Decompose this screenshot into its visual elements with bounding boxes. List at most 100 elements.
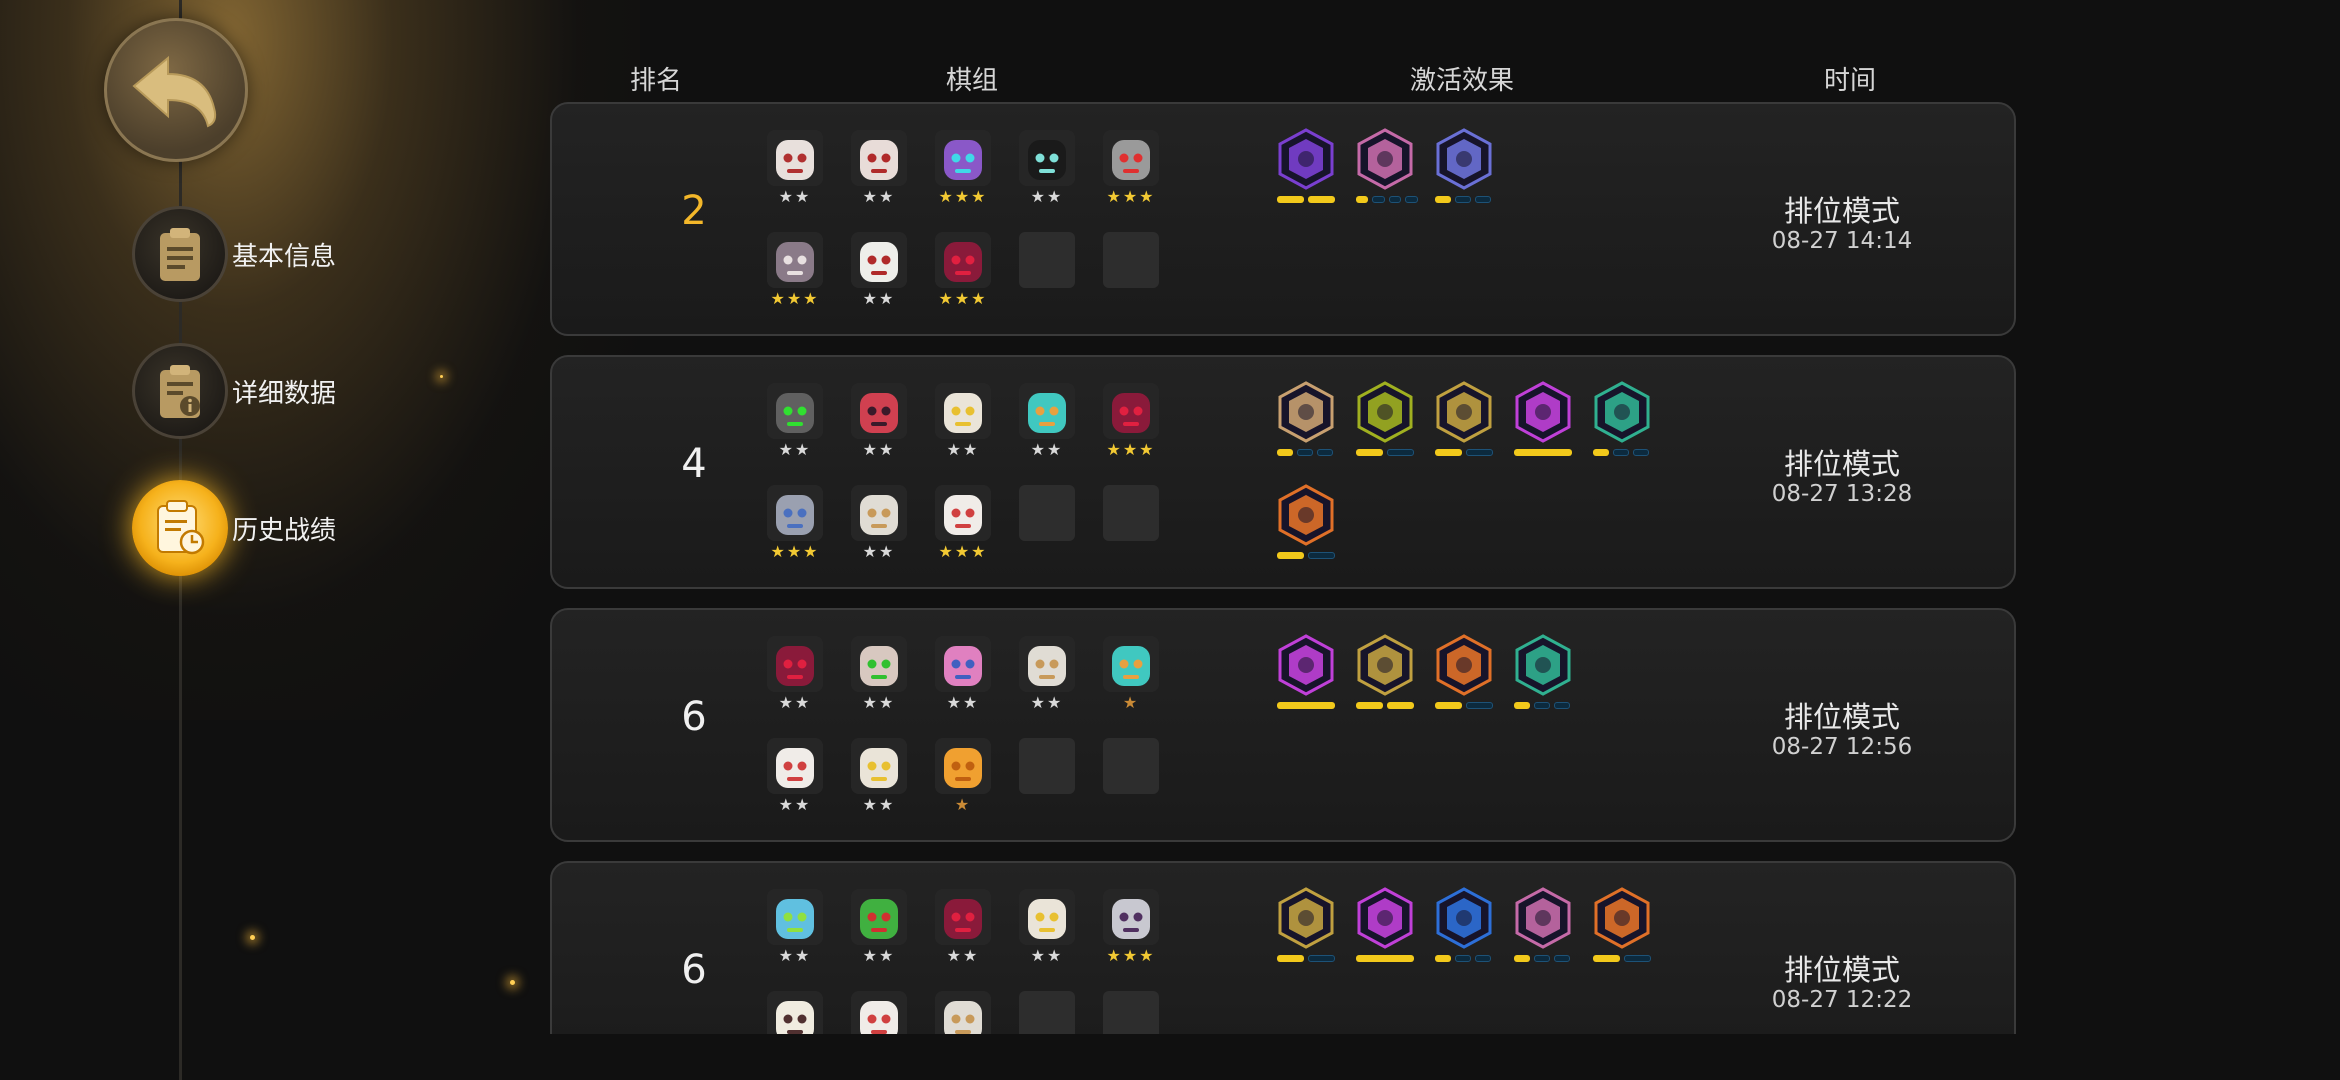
- unit-slot[interactable]: ★★: [1019, 636, 1075, 716]
- trait-pip-inactive: [1534, 702, 1550, 709]
- game-mode: 排位模式: [1783, 953, 1900, 987]
- trait-progress: [1356, 955, 1418, 962]
- unit-slot[interactable]: ★★: [851, 383, 907, 463]
- pink-knight-trait-icon[interactable]: [1514, 887, 1576, 967]
- star-rating: ★★: [778, 440, 812, 459]
- unit-slot[interactable]: ★★: [1019, 383, 1075, 463]
- trait-pip-active: [1435, 196, 1451, 203]
- star-rating: ★★★: [770, 542, 820, 561]
- demon-trait-icon[interactable]: [1356, 887, 1418, 967]
- demon-trait-icon[interactable]: [1277, 634, 1339, 714]
- info-document-icon: [132, 343, 228, 439]
- empty-unit-slot: [1103, 738, 1159, 794]
- trait-pip-active: [1277, 552, 1304, 559]
- carrot-trait-icon[interactable]: [1435, 887, 1497, 967]
- unit-slot[interactable]: [935, 991, 991, 1034]
- unit-slot[interactable]: ★★: [767, 383, 823, 463]
- trait-progress: [1435, 955, 1497, 962]
- paw-trait-icon[interactable]: [1514, 634, 1576, 714]
- star-rating: ★★: [946, 693, 980, 712]
- white-skull-icon: [851, 232, 907, 288]
- trait-pip-inactive: [1317, 449, 1333, 456]
- unit-slot[interactable]: ★★: [1019, 889, 1075, 969]
- unit-slot[interactable]: ★★: [1019, 130, 1075, 210]
- trait-progress: [1435, 449, 1497, 456]
- pink-knight-trait-icon[interactable]: [1356, 128, 1419, 208]
- menu-basic-info-label: 基本信息: [232, 241, 337, 272]
- unit-slot[interactable]: ★★★: [1103, 383, 1159, 463]
- menu-basic-info[interactable]: 基本信息: [132, 206, 336, 302]
- trait-pip-inactive: [1387, 449, 1414, 456]
- unit-slot[interactable]: ★: [1103, 636, 1159, 716]
- leaf-trait-icon[interactable]: [1593, 887, 1655, 967]
- back-button[interactable]: [104, 18, 248, 162]
- empty-unit-slot: [1019, 485, 1075, 541]
- star-rating: ★★: [1030, 946, 1064, 965]
- unit-slot[interactable]: ★★★: [767, 485, 823, 565]
- unit-slot[interactable]: ★★: [851, 738, 907, 818]
- rank-value: 4: [681, 441, 707, 487]
- unit-slot[interactable]: ★★★: [935, 485, 991, 565]
- axe-trait-icon[interactable]: [1277, 381, 1339, 461]
- trait-pip-inactive: [1554, 955, 1570, 962]
- match-record[interactable]: 6 ★★ ★★ ★★ ★★ ★ ★★ ★★ ★ 排位模式 08-27 12:56: [550, 608, 2016, 842]
- demon-trait-icon[interactable]: [1514, 381, 1576, 461]
- unit-slot[interactable]: ★★: [935, 383, 991, 463]
- white-beard-icon: [767, 738, 823, 794]
- trait-pip-active: [1593, 449, 1609, 456]
- history-screen: 基本信息 详细数据 历史战绩 排名 棋组 激活效果 时间 2 ★★ ★★ ★★★…: [0, 0, 2340, 1080]
- unit-slot[interactable]: ★★★: [1103, 130, 1159, 210]
- straw-hat-icon: [851, 738, 907, 794]
- leaf-trait-icon[interactable]: [1277, 484, 1339, 564]
- empty-unit-slot: [1103, 485, 1159, 541]
- dark-knight-trait-icon[interactable]: [1277, 128, 1339, 208]
- trait-pip-inactive: [1308, 552, 1335, 559]
- trait-pip-inactive: [1405, 196, 1419, 203]
- star-rating: ★★: [778, 693, 812, 712]
- sparkle: [250, 935, 255, 940]
- unit-slot[interactable]: ★★★: [935, 130, 991, 210]
- match-record[interactable]: 2 ★★ ★★ ★★★ ★★ ★★★ ★★★ ★★ ★★★ 排位模式 08-27…: [550, 102, 2016, 336]
- unit-slot[interactable]: [767, 991, 823, 1034]
- menu-detailed-data[interactable]: 详细数据: [132, 343, 336, 439]
- unit-slot[interactable]: ★★: [767, 738, 823, 818]
- leaf-trait-icon[interactable]: [1435, 634, 1497, 714]
- header-lineup: 棋组: [945, 66, 999, 96]
- trait-pip-active: [1514, 702, 1530, 709]
- match-history-list[interactable]: 2 ★★ ★★ ★★★ ★★ ★★★ ★★★ ★★ ★★★ 排位模式 08-27…: [550, 100, 2020, 1034]
- claw-trait-icon[interactable]: [1435, 381, 1497, 461]
- unit-slot[interactable]: ★★★: [1103, 889, 1159, 969]
- unit-slot[interactable]: ★★: [851, 130, 907, 210]
- paw-trait-icon[interactable]: [1593, 381, 1655, 461]
- unit-slot[interactable]: ★★: [851, 232, 907, 312]
- match-record[interactable]: 4 ★★ ★★ ★★ ★★ ★★★ ★★★ ★★ ★★★ 排位模式 08-27 …: [550, 355, 2016, 589]
- unit-slot[interactable]: ★★: [935, 636, 991, 716]
- trait-progress: [1356, 702, 1418, 709]
- unit-slot[interactable]: ★★: [767, 130, 823, 210]
- trait-progress: [1277, 702, 1339, 709]
- menu-match-history-label: 历史战绩: [232, 515, 337, 546]
- unit-slot[interactable]: ★: [935, 738, 991, 818]
- unit-slot[interactable]: ★★: [851, 485, 907, 565]
- unit-slot[interactable]: ★★: [935, 889, 991, 969]
- tri-orb-trait-icon[interactable]: [1356, 381, 1418, 461]
- sparkle: [510, 980, 515, 985]
- laptop-trait-icon[interactable]: [1435, 128, 1497, 208]
- empty-unit-slot: [1019, 232, 1075, 288]
- unit-slot[interactable]: [851, 991, 907, 1034]
- unit-slot[interactable]: ★★★: [935, 232, 991, 312]
- trait-pip-active: [1387, 702, 1414, 709]
- patched-ghost-icon: [1019, 636, 1075, 692]
- claw-trait-icon[interactable]: [1356, 634, 1418, 714]
- trait-progress: [1277, 449, 1339, 456]
- unit-slot[interactable]: ★★: [851, 636, 907, 716]
- unit-slot[interactable]: ★★: [767, 636, 823, 716]
- match-record[interactable]: 6 ★★ ★★ ★★ ★★ ★★★ 排位模式 08-27 12:22: [550, 861, 2016, 1034]
- unit-slot[interactable]: ★★★: [767, 232, 823, 312]
- trait-progress: [1277, 552, 1339, 559]
- unit-slot[interactable]: ★★: [767, 889, 823, 969]
- claw-trait-icon[interactable]: [1277, 887, 1339, 967]
- menu-match-history[interactable]: 历史战绩: [132, 480, 336, 576]
- unit-slot[interactable]: ★★: [851, 889, 907, 969]
- straw-hat-icon: [935, 383, 991, 439]
